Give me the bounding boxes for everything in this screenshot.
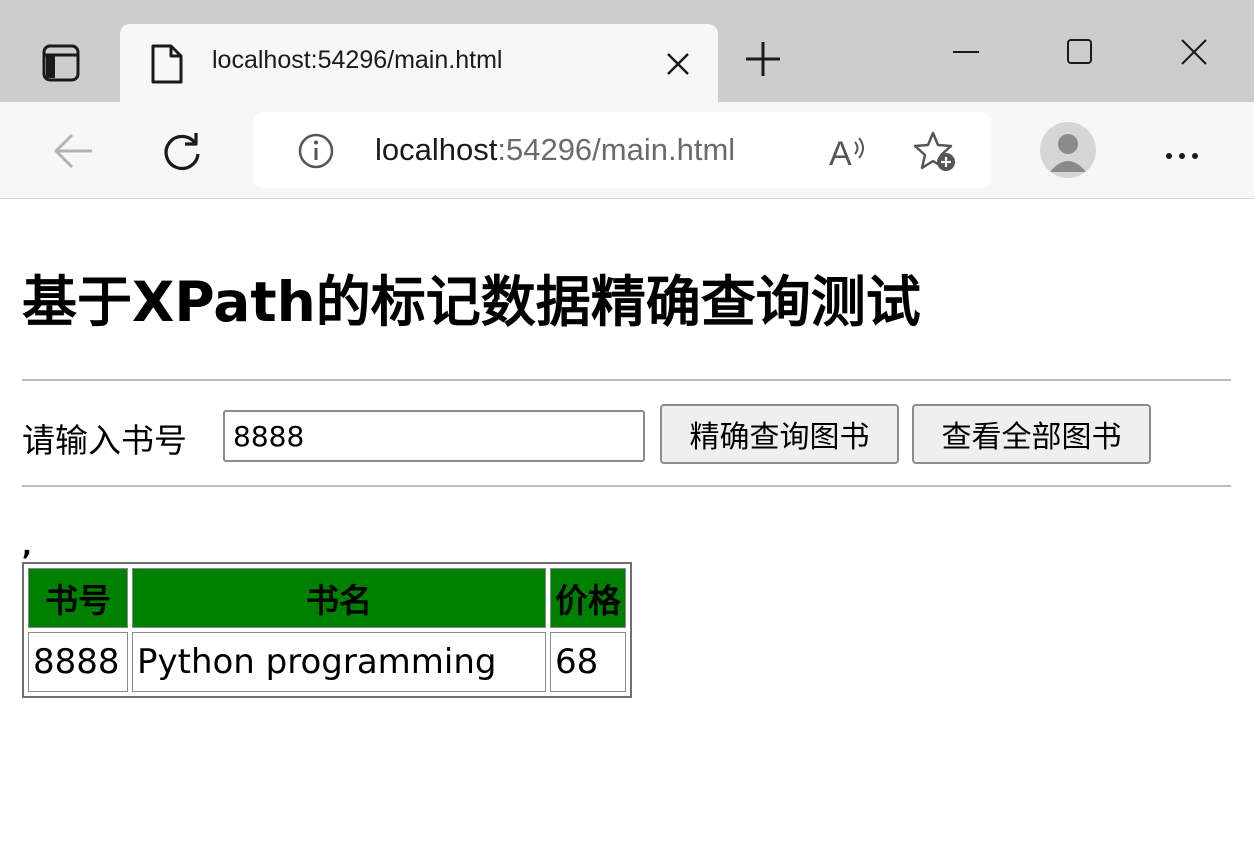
search-label: 请输入书号: [22, 421, 187, 460]
tab-actions-icon[interactable]: [38, 40, 84, 86]
books-table: 书号 书名 价格 8888 Python programming 68: [22, 562, 632, 698]
info-icon[interactable]: [297, 132, 335, 174]
url-text[interactable]: localhost:54296/main.html: [375, 132, 735, 168]
minimize-icon[interactable]: [952, 34, 980, 66]
page-title: 基于XPath的标记数据精确查询测试: [22, 270, 921, 334]
profile-avatar-icon[interactable]: [1040, 122, 1096, 178]
read-aloud-icon[interactable]: A: [827, 132, 871, 174]
more-icon[interactable]: [1164, 146, 1200, 165]
header-book-name: 书名: [132, 568, 546, 628]
svg-text:A: A: [829, 135, 852, 170]
cell-price: 68: [550, 632, 626, 692]
reload-icon[interactable]: [160, 130, 204, 178]
browser-tab[interactable]: localhost:54296/main.html: [120, 24, 718, 102]
book-id-input[interactable]: [223, 410, 645, 462]
maximize-icon[interactable]: [1066, 38, 1094, 70]
plus-icon[interactable]: [744, 40, 782, 82]
divider: [22, 379, 1231, 381]
divider: [22, 485, 1231, 487]
cell-book-id: 8888: [28, 632, 128, 692]
back-arrow-icon[interactable]: [52, 132, 94, 174]
header-price: 价格: [550, 568, 626, 628]
table-header-row: 书号 书名 价格: [28, 568, 626, 628]
tab-title: localhost:54296/main.html: [212, 46, 503, 74]
exact-query-button[interactable]: 精确查询图书: [660, 404, 899, 464]
tab-bar: localhost:54296/main.html: [0, 0, 1254, 102]
close-icon[interactable]: [665, 51, 691, 81]
url-host: localhost: [375, 132, 498, 167]
view-all-button[interactable]: 查看全部图书: [912, 404, 1151, 464]
document-icon: [150, 43, 184, 89]
favorites-add-icon[interactable]: [913, 130, 959, 178]
stray-text: ,: [22, 532, 32, 562]
header-book-id: 书号: [28, 568, 128, 628]
url-path: :54296/main.html: [497, 132, 736, 167]
address-bar[interactable]: localhost:54296/main.html A: [253, 112, 991, 188]
page-content: 基于XPath的标记数据精确查询测试 请输入书号 精确查询图书 查看全部图书 ,…: [0, 199, 1254, 858]
window-close-icon[interactable]: [1180, 38, 1208, 70]
cell-book-name: Python programming: [132, 632, 546, 692]
browser-toolbar: localhost:54296/main.html A: [0, 102, 1254, 199]
table-row: 8888 Python programming 68: [28, 632, 626, 692]
